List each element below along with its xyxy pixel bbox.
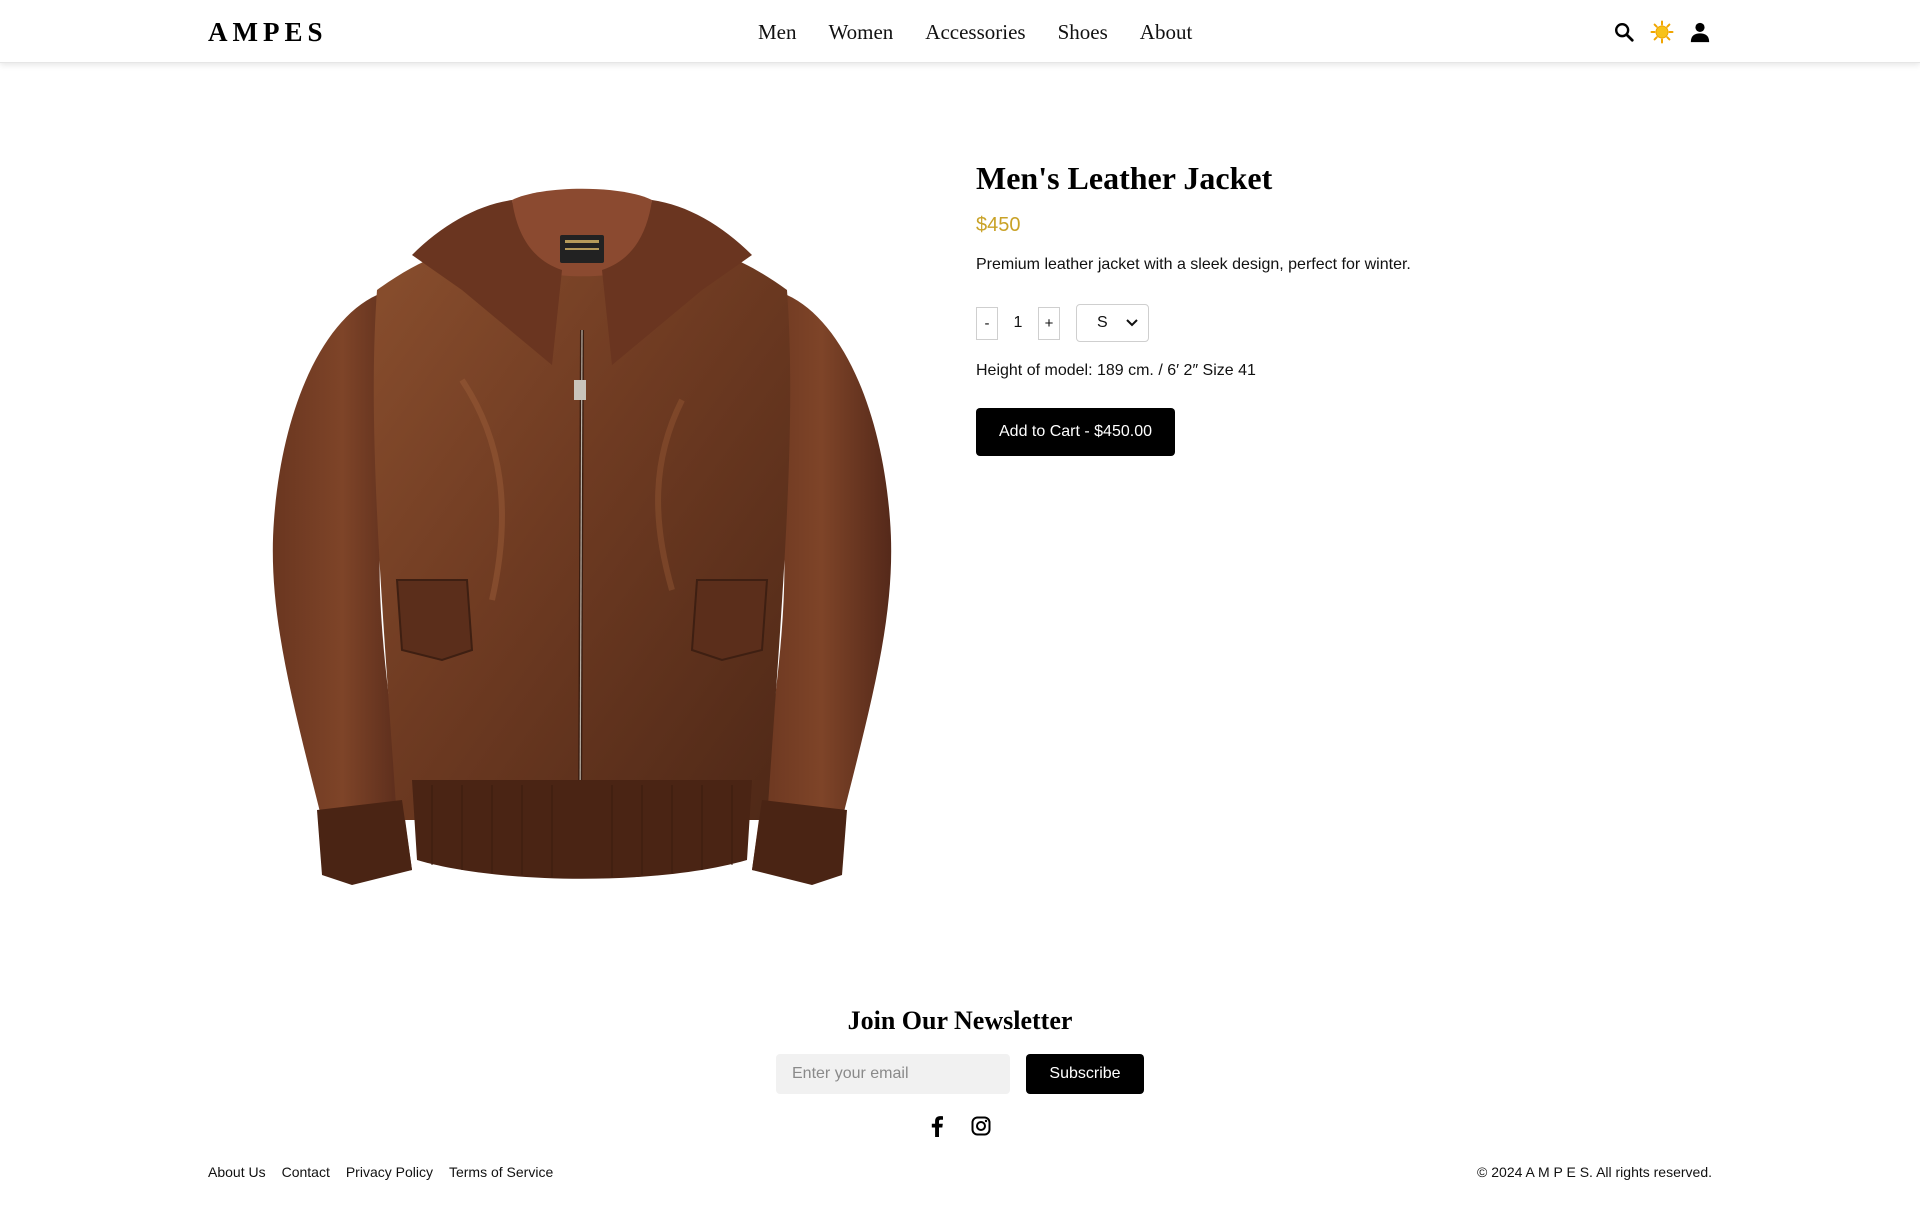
quantity-value: 1 — [1013, 314, 1023, 331]
footer-link-about-us[interactable]: About Us — [208, 1162, 266, 1182]
site-header: AMPES Men Women Accessories Shoes About — [0, 0, 1920, 63]
nav-item-shoes[interactable]: Shoes — [1058, 20, 1108, 45]
newsletter-title: Join Our Newsletter — [847, 1006, 1073, 1035]
add-to-cart-button[interactable]: Add to Cart - $450.00 — [976, 408, 1175, 456]
theme-sun-icon[interactable] — [1650, 20, 1674, 44]
subscribe-button[interactable]: Subscribe — [1026, 1054, 1144, 1094]
product-price: $450 — [976, 214, 1021, 236]
product-description: Premium leather jacket with a sleek desi… — [976, 256, 1411, 273]
size-selected-value: S — [1097, 314, 1108, 331]
purchase-controls: - 1 + S — [976, 304, 1736, 342]
social-links — [926, 1115, 992, 1137]
product-info: Men's Leather Jacket $450 Premium leathe… — [976, 158, 1736, 456]
instagram-icon[interactable] — [970, 1115, 992, 1137]
product-image — [262, 180, 902, 890]
quantity-decrease-button[interactable]: - — [976, 306, 998, 340]
nav-item-men[interactable]: Men — [758, 20, 797, 45]
search-icon[interactable] — [1612, 20, 1636, 44]
chevron-down-icon — [1126, 314, 1138, 332]
site-logo[interactable]: AMPES — [208, 17, 328, 48]
user-icon[interactable] — [1688, 20, 1712, 44]
email-input[interactable] — [776, 1054, 1010, 1094]
footer-link-privacy-policy[interactable]: Privacy Policy — [346, 1162, 433, 1182]
nav-item-about[interactable]: About — [1140, 20, 1193, 45]
nav-item-women[interactable]: Women — [829, 20, 894, 45]
leather-jacket-image — [272, 188, 892, 885]
main-nav: Men Women Accessories Shoes About — [758, 20, 1192, 44]
footer-link-terms-of-service[interactable]: Terms of Service — [449, 1162, 553, 1182]
facebook-icon[interactable] — [926, 1115, 948, 1137]
product-title: Men's Leather Jacket — [976, 160, 1273, 196]
model-info: Height of model: 189 cm. / 6′ 2″ Size 41 — [976, 362, 1256, 379]
quantity-increase-button[interactable]: + — [1038, 306, 1060, 340]
footer-link-contact[interactable]: Contact — [282, 1162, 330, 1182]
copyright-text: © 2024 A M P E S. All rights reserved. — [1477, 1164, 1712, 1180]
size-select[interactable]: S — [1076, 304, 1149, 342]
newsletter-form: Subscribe — [776, 1054, 1144, 1094]
footer-links: About Us Contact Privacy Policy Terms of… — [208, 1162, 553, 1182]
nav-item-accessories[interactable]: Accessories — [925, 20, 1025, 45]
header-icons — [1612, 18, 1712, 46]
